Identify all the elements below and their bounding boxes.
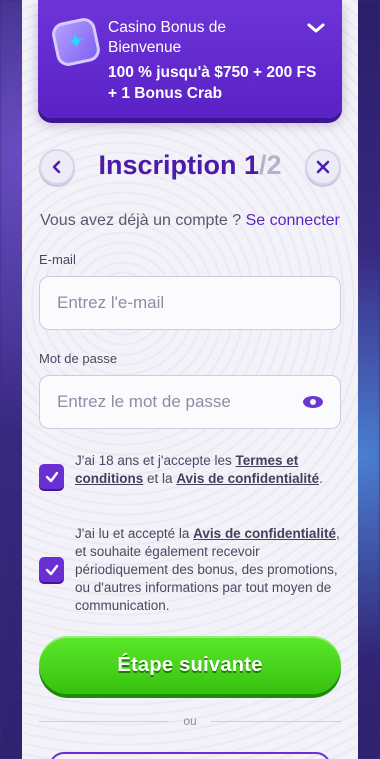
registration-modal: ✦ Casino Bonus de Bienvenue 100 % jusqu'… bbox=[22, 0, 358, 759]
password-field-wrapper bbox=[39, 375, 341, 429]
or-divider: ou bbox=[39, 714, 341, 728]
eye-icon[interactable] bbox=[303, 396, 323, 408]
login-question: Vous avez déjà un compte ? bbox=[40, 212, 242, 229]
password-field[interactable] bbox=[57, 392, 303, 412]
login-link[interactable]: Se connecter bbox=[246, 212, 340, 229]
bonus-offer: 100 % jusqu'à $750 + 200 FS + 1 Bonus Cr… bbox=[108, 64, 317, 102]
close-button[interactable] bbox=[305, 149, 341, 185]
marketing-privacy-link[interactable]: Avis de confidentialité bbox=[193, 526, 336, 541]
email-label: E-mail bbox=[39, 252, 76, 267]
email-field-wrapper bbox=[39, 276, 341, 330]
login-prompt: Vous avez déjà un compte ? Se connecter bbox=[22, 212, 358, 230]
checkmark-icon bbox=[45, 471, 58, 482]
welcome-bonus-banner[interactable]: ✦ Casino Bonus de Bienvenue 100 % jusqu'… bbox=[38, 0, 342, 118]
age-consent-text: J'ai 18 ans et j'accepte les Termes et c… bbox=[75, 452, 341, 488]
alternate-signup-button[interactable] bbox=[49, 752, 331, 759]
gift-icon: ✦ bbox=[49, 15, 103, 69]
age-consent-suffix: . bbox=[319, 471, 323, 486]
email-field[interactable] bbox=[57, 293, 323, 313]
step-total: /2 bbox=[259, 150, 282, 180]
next-step-button[interactable]: Étape suivante bbox=[39, 636, 341, 694]
password-label: Mot de passe bbox=[39, 351, 118, 366]
age-consent-checkbox[interactable] bbox=[39, 464, 64, 489]
modal-header: Inscription 1/2 bbox=[22, 148, 358, 188]
age-consent-prefix: J'ai 18 ans et j'accepte les bbox=[75, 453, 232, 468]
step-title: Inscription 1 bbox=[98, 150, 259, 180]
marketing-consent-checkbox[interactable] bbox=[39, 557, 64, 582]
chevron-down-icon[interactable] bbox=[306, 18, 326, 38]
privacy-link[interactable]: Avis de confidentialité bbox=[176, 471, 319, 486]
marketing-consent-text: J'ai lu et accepté la Avis de confidenti… bbox=[75, 525, 341, 615]
bonus-title: Casino Bonus de Bienvenue bbox=[108, 19, 227, 56]
close-icon bbox=[316, 160, 330, 174]
age-consent-middle: et la bbox=[147, 471, 173, 486]
checkmark-icon bbox=[45, 564, 58, 575]
marketing-consent-prefix: J'ai lu et accepté la bbox=[75, 526, 190, 541]
